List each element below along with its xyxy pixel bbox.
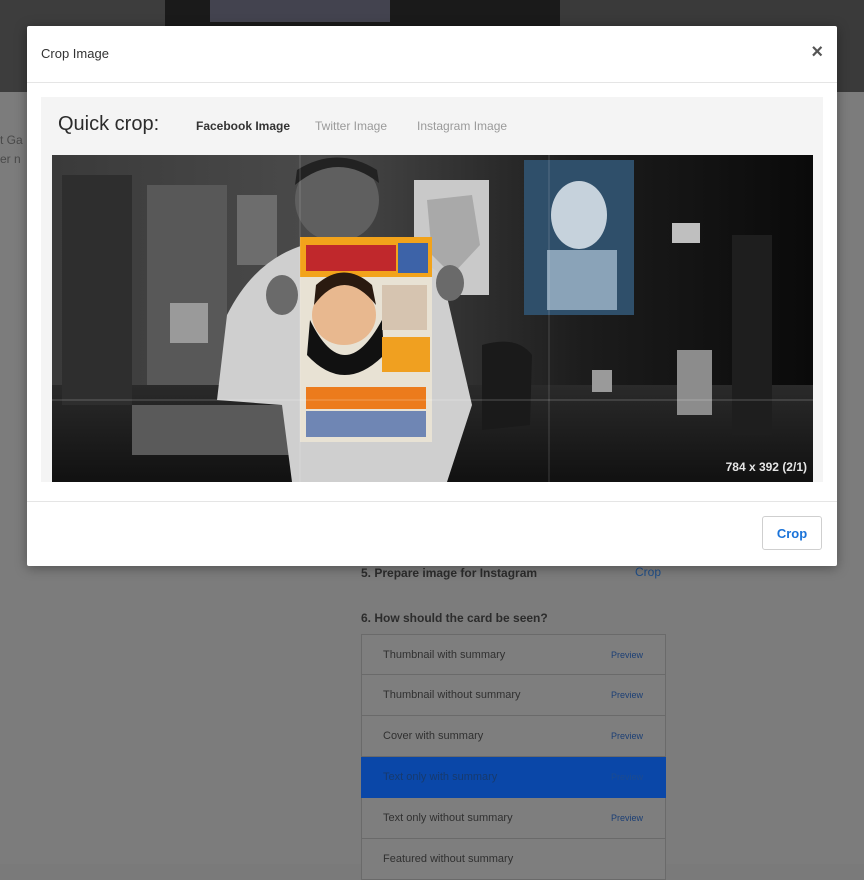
step-card-display-label: 6. How should the card be seen? <box>361 611 548 625</box>
switch-board <box>672 223 700 243</box>
tab-instagram-image[interactable]: Instagram Image <box>417 119 507 133</box>
cabinet <box>677 350 712 415</box>
magazine-strip <box>306 387 426 409</box>
card-display-options: Thumbnail with summary Preview Thumbnail… <box>361 634 666 880</box>
socket <box>592 370 612 392</box>
card-option-label: Featured without summary <box>383 853 514 865</box>
crop-button[interactable]: Crop <box>762 516 822 550</box>
preview-link[interactable]: Preview <box>611 650 643 660</box>
close-icon[interactable]: × <box>811 42 823 62</box>
card-option-label: Thumbnail with summary <box>383 648 506 661</box>
card-option-cover-with-summary[interactable]: Cover with summary Preview <box>361 716 666 757</box>
modal-title: Crop Image <box>41 46 109 61</box>
tab-twitter-image[interactable]: Twitter Image <box>315 119 387 133</box>
preview-link[interactable]: Preview <box>611 690 643 700</box>
crop-panel: Quick crop: Facebook Image Twitter Image… <box>41 97 823 482</box>
modal-footer: Crop <box>27 501 837 567</box>
card-option-thumbnail-without-summary[interactable]: Thumbnail without summary Preview <box>361 675 666 716</box>
person-hand-left <box>266 275 298 315</box>
card-option-label: Cover with summary <box>383 730 484 742</box>
background-side-text: t Ga <box>0 133 23 147</box>
background-side-text: er n <box>0 152 21 166</box>
quick-crop-label: Quick crop: <box>58 113 160 135</box>
step-instagram-label: 5. Prepare image for Instagram <box>361 566 538 580</box>
chair <box>482 341 532 430</box>
magazine-photo-grid <box>382 285 427 330</box>
card-option-label: Text only with summary <box>383 771 498 783</box>
portrait-body <box>547 250 617 310</box>
portrait-face <box>551 181 607 249</box>
preview-link[interactable]: Preview <box>611 731 643 741</box>
modal-header: Crop Image × <box>27 26 837 83</box>
preview-link[interactable]: Preview <box>611 772 643 782</box>
magazine-corner-box <box>398 243 428 273</box>
card-option-text-only-with-summary[interactable]: Text only with summary Preview <box>361 757 666 798</box>
dark-shelf <box>732 235 772 435</box>
instagram-crop-link[interactable]: Crop <box>635 565 661 579</box>
person-hand-right <box>436 265 464 301</box>
magazine-title-block <box>306 245 396 271</box>
magazine-bottom-photos <box>306 411 426 437</box>
card-option-thumbnail-with-summary[interactable]: Thumbnail with summary Preview <box>361 634 666 675</box>
crop-image-modal: Crop Image × Quick crop: Facebook Image … <box>27 26 837 566</box>
crop-image-area[interactable]: 784 x 392 (2/1) <box>52 155 813 482</box>
card-option-text-only-without-summary[interactable]: Text only without summary Preview <box>361 798 666 839</box>
monitor <box>170 303 208 343</box>
photo-preview <box>52 155 813 482</box>
card-option-label: Thumbnail without summary <box>383 689 521 701</box>
card-option-label: Text only without summary <box>383 812 513 824</box>
wall-panel <box>147 185 227 385</box>
tab-facebook-image[interactable]: Facebook Image <box>196 119 290 133</box>
preview-link[interactable]: Preview <box>611 813 643 823</box>
magazine-headline-box <box>382 337 430 372</box>
shelf <box>62 175 132 405</box>
card-option-featured-without-summary[interactable]: Featured without summary <box>361 839 666 880</box>
header-image-block <box>210 0 390 22</box>
wall-picture <box>237 195 277 265</box>
crop-dimensions-label: 784 x 392 (2/1) <box>725 460 807 474</box>
